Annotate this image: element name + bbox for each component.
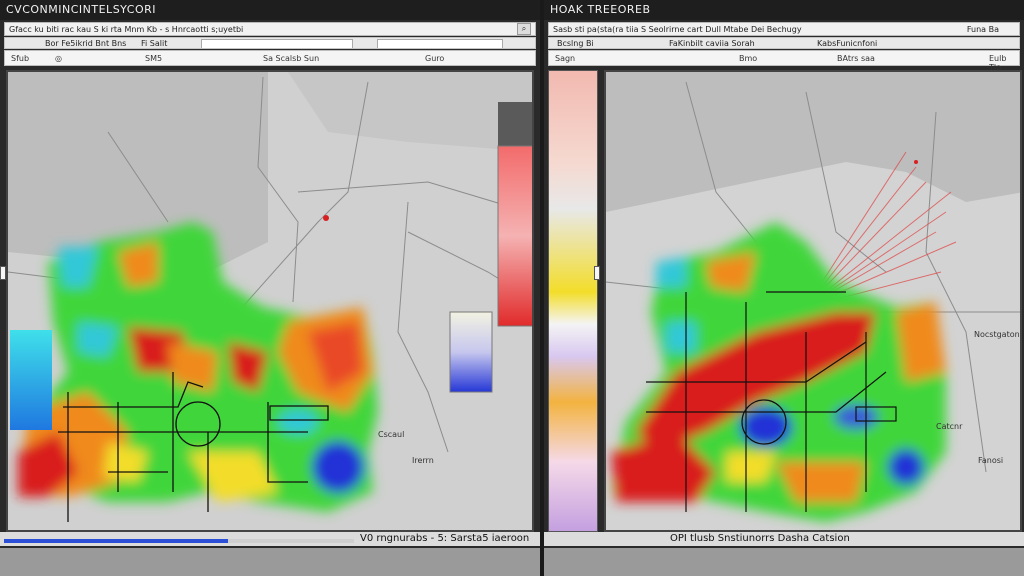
right-link-text-3[interactable]: KabsFunicnfoni [817,38,877,48]
left-loading-bar [4,539,354,543]
left-loading-fill [4,539,228,543]
left-tab-3[interactable]: Sa Scalsb Sun [263,54,319,63]
right-map-window: HOAK TREEOREB Sasb sti pa(sta(ra tiia S … [544,0,1024,576]
right-toolbar-text: Sasb sti pa(sta(ra tiia S Seolrirne cart… [553,25,802,34]
right-map-label-2: Catcnr [936,422,963,431]
right-tab-1[interactable]: Sagn [555,54,575,63]
left-address-field[interactable] [201,39,353,48]
left-tab-row: Sfub ◎ SM5 Sa Scalsb Sun Guro [4,50,536,66]
left-link-text[interactable]: Bor Fe5ikrid Bnt Bns [45,38,126,48]
left-tab-1[interactable]: Sfub [11,54,29,63]
right-tab-2[interactable]: Bmo [739,54,757,63]
left-search-icon[interactable]: ⌕ [517,23,531,35]
left-splitter-handle[interactable] [0,266,6,280]
right-bottom-strip [544,548,1024,576]
left-link-bar: Bor Fe5ikrid Bnt Bns Fi Salit [4,37,536,49]
left-tab-1b[interactable]: ◎ [55,54,62,63]
left-heatmap-map[interactable] [8,72,534,532]
right-tab-row: Sagn Bmo BAtrs saa Eulb Tlo [548,50,1020,72]
left-tab-2[interactable]: SM5 [145,54,162,63]
left-toolbar[interactable]: Gfacc ku biti rac kau S ki rta Mnm Kb - … [4,22,536,36]
left-tab-4[interactable]: Guro [425,54,444,63]
right-status-bar: OPI tlusb Snstiunorrs Dasha Catsion [544,532,1024,546]
right-splitter-handle[interactable] [594,266,600,280]
left-map-window: CVCONMINCINTELSYCORI Gfacc ku biti rac k… [0,0,540,576]
right-link-text-2[interactable]: FaKinbilt caviia Sorah [669,38,755,48]
right-toolbar[interactable]: Sasb sti pa(sta(ra tiia S Seolrirne cart… [548,22,1020,36]
left-location-marker[interactable] [323,215,329,221]
left-legend-top [498,102,532,146]
right-toolbar-text-2[interactable]: Funa Ba [967,23,999,35]
right-heatmap-map[interactable] [606,72,1022,532]
left-address-field-2[interactable] [377,39,503,48]
left-window-title: CVCONMINCINTELSYCORI [0,0,540,20]
right-map-label-3: Fanosi [978,456,1004,465]
right-map-label-1: Nocstgatons [974,330,1022,339]
left-legend-cyan [10,330,52,430]
right-tab-3[interactable]: BAtrs saa [837,54,875,63]
right-window-title: HOAK TREEOREB [544,0,1024,20]
right-link-text[interactable]: Bcslng Bi [557,38,594,48]
right-link-bar: Bcslng Bi FaKinbilt caviia Sorah KabsFun… [548,37,1020,49]
right-color-scale [548,70,598,532]
right-map-frame[interactable]: Nocstgatons Catcnr Fanosi [604,70,1022,532]
left-map-label-1: Irerrn [412,456,434,465]
right-location-marker[interactable] [914,160,918,164]
left-map-frame[interactable]: Irerrn Cscaul [6,70,534,532]
left-link-text-2[interactable]: Fi Salit [141,38,167,48]
left-bottom-strip [0,548,540,576]
left-legend-blue [449,311,493,393]
left-toolbar-text: Gfacc ku biti rac kau S ki rta Mnm Kb - … [9,25,244,34]
left-map-label-2: Cscaul [378,430,405,439]
left-legend-red [497,145,532,327]
